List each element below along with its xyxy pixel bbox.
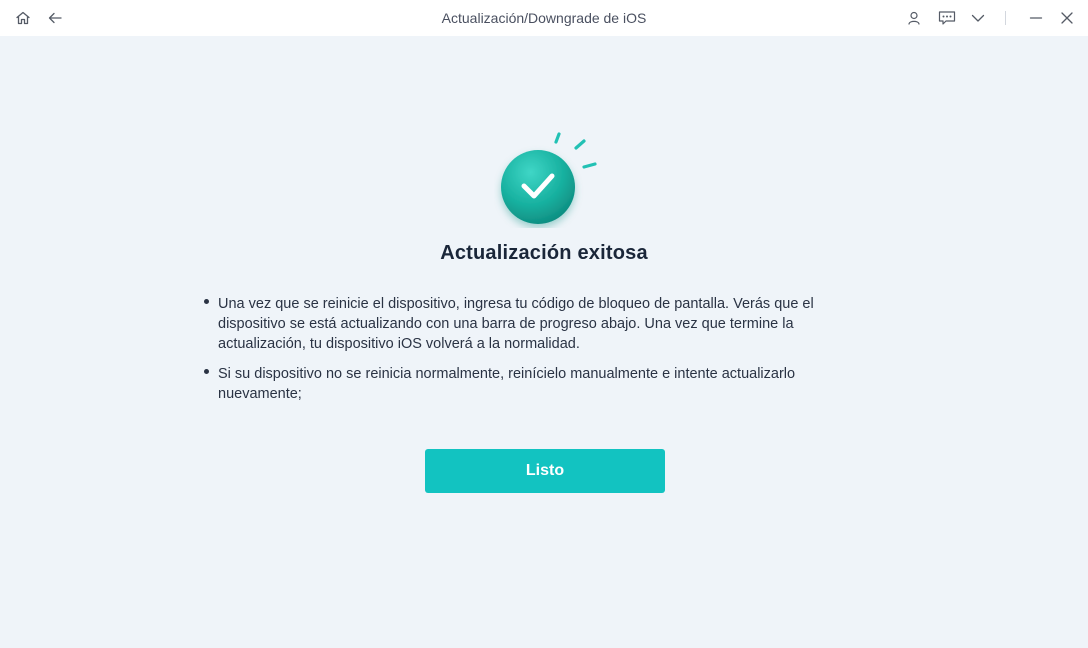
user-icon — [908, 11, 920, 25]
main-content: Actualización exitosa Una vez que se rei… — [0, 36, 1088, 648]
minimize-icon — [1029, 17, 1043, 19]
home-icon — [16, 11, 30, 25]
account-button[interactable] — [902, 6, 926, 30]
arrow-left-icon — [48, 12, 62, 24]
instruction-item: Una vez que se reinicie el dispositivo, … — [203, 294, 853, 354]
success-heading: Actualización exitosa — [440, 242, 648, 264]
instruction-item: Si su dispositivo no se reinicia normalm… — [203, 364, 853, 404]
bullet-icon — [204, 369, 209, 374]
chat-icon — [938, 11, 956, 25]
title-bar: Actualización/Downgrade de iOS — [0, 0, 1088, 36]
feedback-button[interactable] — [935, 6, 959, 30]
menu-button[interactable] — [966, 6, 990, 30]
instruction-text: Si su dispositivo no se reinicia normalm… — [218, 366, 796, 402]
back-button[interactable] — [43, 6, 67, 30]
instructions-list: Una vez que se reinicie el dispositivo, … — [203, 294, 853, 414]
check-circle-icon — [501, 132, 597, 224]
close-button[interactable] — [1055, 6, 1079, 30]
bullet-icon — [204, 299, 209, 304]
chevron-down-icon — [971, 14, 985, 22]
instruction-text: Una vez que se reinicie el dispositivo, … — [218, 296, 814, 352]
home-button[interactable] — [11, 6, 35, 30]
done-button[interactable]: Listo — [425, 449, 665, 493]
minimize-button[interactable] — [1024, 6, 1048, 30]
close-icon — [1061, 12, 1073, 24]
titlebar-divider — [1005, 11, 1006, 25]
